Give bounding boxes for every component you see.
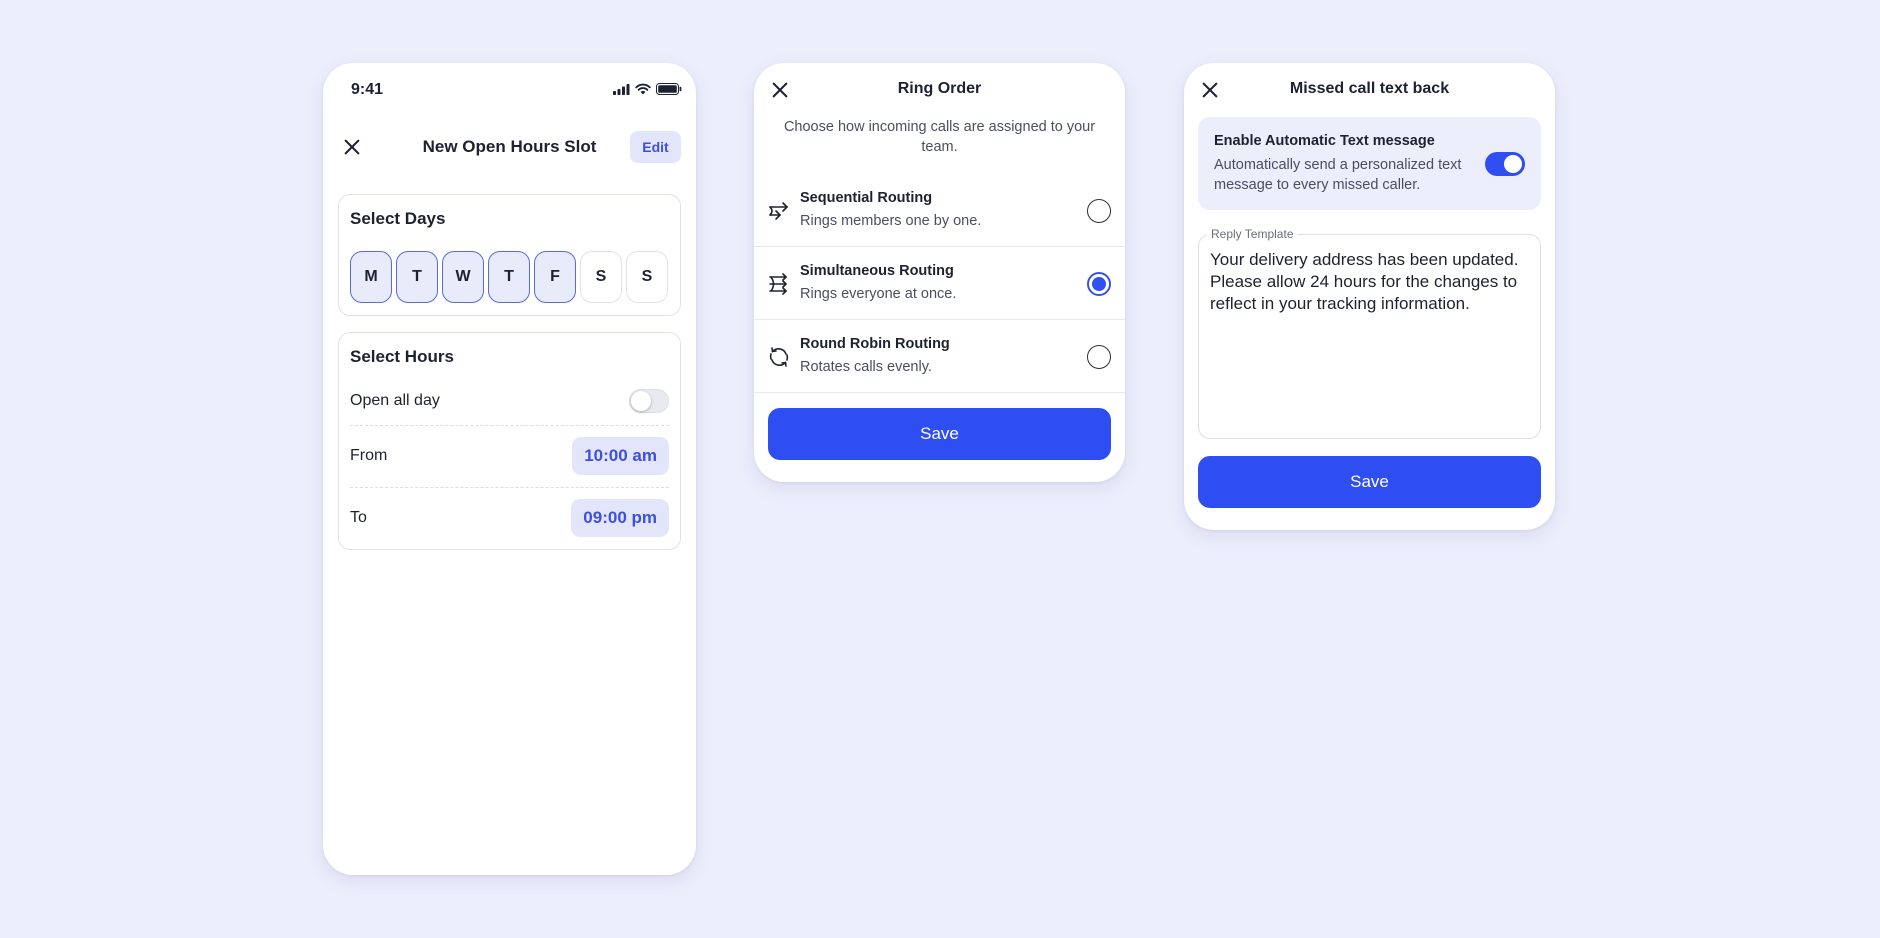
ring-order-title: Ring Order — [897, 80, 982, 97]
routing-option-name: Round Robin Routing — [800, 336, 950, 352]
routing-option-subtitle: Rotates calls evenly. — [800, 359, 932, 375]
auto-text-title: Enable Automatic Text message — [1214, 133, 1435, 149]
day-chip[interactable]: S — [626, 251, 668, 303]
from-label: From — [350, 447, 388, 464]
open-hours-screen: 9:41 New Open Hours Slot Edit Select Day… — [323, 63, 696, 875]
routing-option-subtitle: Rings members one by one. — [800, 213, 982, 229]
day-chip[interactable]: T — [396, 251, 438, 303]
signal-icon — [613, 83, 630, 95]
round-robin-icon — [769, 347, 789, 367]
routing-radio[interactable] — [1087, 345, 1111, 369]
routing-option-simultaneous[interactable]: Simultaneous Routing Rings everyone at o… — [754, 247, 1125, 320]
routing-option-round-robin[interactable]: Round Robin Routing Rotates calls evenly… — [754, 320, 1125, 393]
missed-call-save-button[interactable]: Save — [1198, 456, 1541, 508]
select-days-section: Select Days MTWTFSS — [338, 194, 681, 316]
battery-icon — [656, 83, 682, 95]
reply-template-label: Reply Template — [1207, 227, 1298, 241]
screen-header: New Open Hours Slot Edit — [323, 129, 696, 165]
reply-template-text[interactable]: Your delivery address has been updated. … — [1210, 249, 1530, 315]
routing-option-name: Sequential Routing — [800, 190, 933, 206]
routing-option-subtitle: Rings everyone at once. — [800, 286, 957, 302]
divider — [350, 487, 669, 488]
day-chip[interactable]: F — [534, 251, 576, 303]
toggle-knob — [1504, 155, 1522, 173]
ring-order-save-button[interactable]: Save — [768, 408, 1111, 460]
routing-radio-selected[interactable] — [1087, 272, 1111, 296]
select-hours-title: Select Hours — [350, 347, 454, 366]
reply-template-field[interactable]: Reply Template Your delivery address has… — [1198, 227, 1541, 439]
from-row: From 10:00 am — [350, 428, 669, 484]
auto-text-setting: Enable Automatic Text message Automatica… — [1198, 117, 1541, 210]
open-all-day-row: Open all day — [350, 373, 669, 429]
select-hours-section: Select Hours Open all day From 10:00 am … — [338, 332, 681, 550]
to-row: To 09:00 pm — [350, 490, 669, 546]
day-chip[interactable]: S — [580, 251, 622, 303]
auto-text-toggle[interactable] — [1485, 152, 1525, 176]
status-bar: 9:41 — [323, 63, 696, 119]
status-icons — [613, 83, 682, 95]
simultaneous-arrows-icon — [769, 273, 787, 295]
sequential-arrows-icon — [769, 202, 788, 220]
auto-text-description: Automatically send a personalized text m… — [1214, 157, 1462, 193]
divider — [350, 425, 669, 426]
edit-button[interactable]: Edit — [630, 131, 681, 163]
missed-call-sheet: Missed call text back Enable Automatic T… — [1184, 63, 1555, 530]
to-label: To — [350, 509, 367, 526]
to-time-picker[interactable]: 09:00 pm — [571, 499, 669, 537]
routing-option-sequential[interactable]: Sequential Routing Rings members one by … — [754, 174, 1125, 247]
open-all-day-toggle[interactable] — [629, 389, 669, 413]
missed-call-title: Missed call text back — [1289, 80, 1450, 97]
day-chip[interactable]: T — [488, 251, 530, 303]
toggle-knob — [631, 391, 651, 411]
status-time: 9:41 — [351, 81, 384, 98]
day-chip[interactable]: M — [350, 251, 392, 303]
select-days-title: Select Days — [350, 209, 446, 228]
routing-radio[interactable] — [1087, 199, 1111, 223]
day-chip[interactable]: W — [442, 251, 484, 303]
ring-order-sheet: Ring Order Choose how incoming calls are… — [754, 63, 1125, 482]
day-selector: MTWTFSS — [350, 251, 668, 303]
ring-order-description: Choose how incoming calls are assigned t… — [783, 119, 1096, 155]
routing-option-name: Simultaneous Routing — [800, 263, 954, 279]
wifi-icon — [635, 83, 651, 95]
from-time-picker[interactable]: 10:00 am — [572, 437, 669, 475]
open-all-day-label: Open all day — [350, 392, 440, 409]
